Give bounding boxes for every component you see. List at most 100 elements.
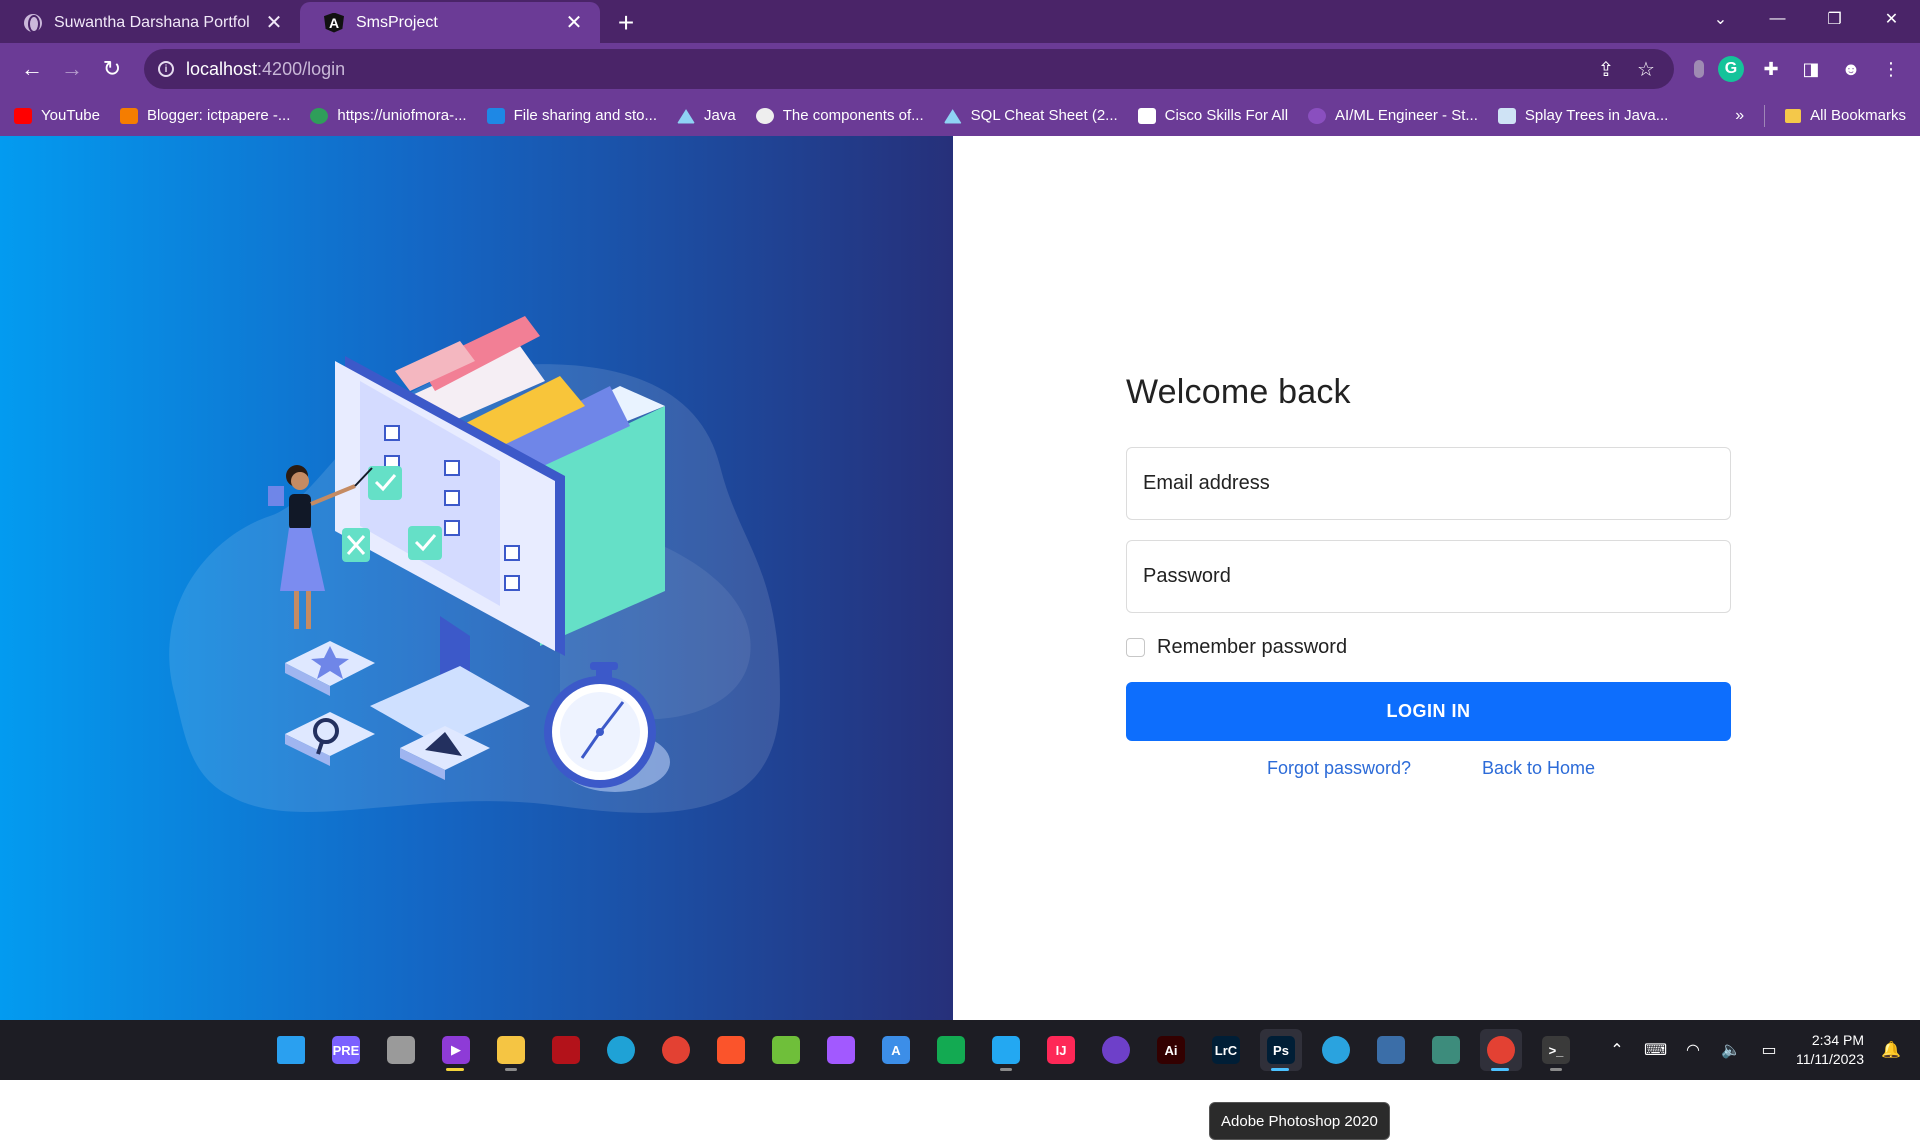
taskbar-app-brave[interactable] xyxy=(710,1029,752,1071)
taskbar-app-task-view[interactable] xyxy=(380,1029,422,1071)
tab-search-icon[interactable]: ⌄ xyxy=(1692,0,1749,38)
tab-smsproject[interactable]: A SmsProject ✕ xyxy=(300,2,600,43)
github-icon xyxy=(1102,1036,1130,1064)
cisco-icon xyxy=(1137,107,1156,124)
share-icon[interactable]: ⇪ xyxy=(1592,57,1620,82)
mysql-workbench-icon xyxy=(1377,1036,1405,1064)
taskbar-app-telegram[interactable] xyxy=(1315,1029,1357,1071)
email-field[interactable] xyxy=(1126,447,1731,520)
taskbar-app-intellij[interactable]: IJ xyxy=(1040,1029,1082,1071)
close-tab-icon[interactable]: ✕ xyxy=(262,13,286,33)
reload-button[interactable]: ↻ xyxy=(92,49,132,89)
clock[interactable]: 2:34 PM 11/11/2023 xyxy=(1796,1031,1864,1069)
bookmark-cisco[interactable]: Cisco Skills For All xyxy=(1137,107,1288,124)
taskbar-app-visual-studio[interactable]: ▶ xyxy=(435,1029,477,1071)
back-button[interactable]: ← xyxy=(12,49,52,89)
taskbar-app-mysql-workbench[interactable] xyxy=(1370,1029,1412,1071)
taskbar-app-vscode[interactable] xyxy=(985,1029,1027,1071)
start-icon xyxy=(277,1036,305,1064)
close-tab-icon[interactable]: ✕ xyxy=(562,13,586,33)
taskbar-app-chrome[interactable] xyxy=(655,1029,697,1071)
taskbar-app-illustrator[interactable]: Ai xyxy=(1150,1029,1192,1071)
wifi-icon[interactable]: ◠ xyxy=(1682,1040,1704,1060)
taskbar-app-media[interactable] xyxy=(545,1029,587,1071)
tab-portfolio[interactable]: Suwantha Darshana Portfolio ✕ xyxy=(0,2,300,43)
remember-checkbox[interactable] xyxy=(1126,638,1145,657)
grammarly-icon[interactable]: G xyxy=(1718,56,1744,82)
folder-icon xyxy=(1785,108,1802,123)
edge-icon xyxy=(607,1036,635,1064)
running-indicator xyxy=(1491,1068,1509,1071)
puzzle-extensions-icon[interactable]: ✚ xyxy=(1758,56,1784,82)
bookmark-youtube[interactable]: YouTube xyxy=(14,107,100,124)
password-input[interactable] xyxy=(1143,565,1714,588)
taskbar-app-terminal[interactable]: >_ xyxy=(1535,1029,1577,1071)
check-badge-icon xyxy=(368,466,402,500)
bookmark-uniofmora[interactable]: https://uniofmora-... xyxy=(310,107,467,124)
chevron-up-icon[interactable]: ⌃ xyxy=(1606,1040,1628,1060)
media-icon xyxy=(552,1036,580,1064)
more-bookmarks-button[interactable]: » xyxy=(1735,107,1744,125)
volume-icon[interactable]: 🔈 xyxy=(1720,1040,1742,1060)
url-text[interactable]: localhost:4200/login xyxy=(186,59,1580,80)
clock-date: 11/11/2023 xyxy=(1796,1051,1864,1067)
clock-time: 2:34 PM xyxy=(1811,1032,1864,1048)
page-content: Welcome back Remember password LOGIN IN … xyxy=(0,136,1920,1140)
taskbar-app-lightroom-classic[interactable]: LrC xyxy=(1205,1029,1247,1071)
new-tab-button[interactable]: + xyxy=(606,2,646,43)
address-bar[interactable]: i localhost:4200/login ⇪ ☆ xyxy=(144,49,1674,89)
running-indicator xyxy=(505,1068,517,1071)
chrome-icon xyxy=(662,1036,690,1064)
profile-avatar-icon[interactable]: ☻ xyxy=(1838,56,1864,82)
taskbar-app-chatgpt[interactable] xyxy=(1425,1029,1467,1071)
email-input[interactable] xyxy=(1143,472,1714,495)
site-info-icon[interactable]: i xyxy=(158,61,174,77)
taskbar-tooltip: Adobe Photoshop 2020 xyxy=(1209,1102,1390,1140)
bookmark-sql-cheat-sheet[interactable]: SQL Cheat Sheet (2... xyxy=(943,107,1118,124)
taskbar-app-chrome-active[interactable] xyxy=(1480,1029,1522,1071)
taskbar-app-photoshop[interactable]: Ps xyxy=(1260,1029,1302,1071)
taskbar-app-dev-app[interactable] xyxy=(765,1029,807,1071)
photoshop-icon: Ps xyxy=(1267,1036,1295,1064)
login-button[interactable]: LOGIN IN xyxy=(1126,682,1731,741)
taskbar-app-file-explorer[interactable] xyxy=(490,1029,532,1071)
running-indicator xyxy=(1271,1068,1289,1071)
bookmark-components[interactable]: The components of... xyxy=(755,107,924,124)
taskbar-app-android-studio[interactable]: A xyxy=(875,1029,917,1071)
bookmark-java[interactable]: Java xyxy=(677,107,736,124)
forgot-password-link[interactable]: Forgot password? xyxy=(1267,758,1411,779)
taskbar-app-mongodb[interactable] xyxy=(930,1029,972,1071)
taskbar-app-figma[interactable] xyxy=(820,1029,862,1071)
side-panel-icon[interactable]: ◨ xyxy=(1798,56,1824,82)
bookmark-file-sharing[interactable]: File sharing and sto... xyxy=(486,107,657,124)
bookmark-splay-trees[interactable]: Splay Trees in Java... xyxy=(1497,107,1668,124)
hero-panel xyxy=(0,136,953,1020)
taskbar-app-edge[interactable] xyxy=(600,1029,642,1071)
close-window-button[interactable]: ✕ xyxy=(1863,0,1920,38)
taskbar-app-start[interactable] xyxy=(270,1029,312,1071)
keyboard-icon[interactable]: ⌨ xyxy=(1644,1040,1667,1060)
notification-bell-icon[interactable]: 🔔 xyxy=(1880,1040,1902,1060)
taskbar-app-copilot[interactable]: PRE xyxy=(325,1029,367,1071)
remember-label[interactable]: Remember password xyxy=(1157,636,1347,659)
taskbar-app-github[interactable] xyxy=(1095,1029,1137,1071)
taskbar-apps: PRE ▶ A IJ Ai LrC Ps >_ xyxy=(270,1020,1577,1080)
forward-button[interactable]: → xyxy=(52,49,92,89)
minimize-button[interactable]: — xyxy=(1749,0,1806,38)
restore-button[interactable]: ❐ xyxy=(1806,0,1863,38)
splay-trees-icon xyxy=(1497,107,1516,124)
bookmark-star-icon[interactable]: ☆ xyxy=(1632,57,1660,82)
battery-icon[interactable]: ▭ xyxy=(1758,1040,1780,1060)
extensions-area: G ✚ ◨ ☻ ⋮ xyxy=(1694,56,1904,82)
bookmark-aiml[interactable]: AI/ML Engineer - St... xyxy=(1308,107,1478,124)
mic-extension-icon[interactable] xyxy=(1694,60,1704,78)
all-bookmarks-button[interactable]: All Bookmarks xyxy=(1785,107,1906,124)
back-to-home-link[interactable]: Back to Home xyxy=(1482,758,1595,779)
visual-studio-icon: ▶ xyxy=(442,1036,470,1064)
bookmarks-divider xyxy=(1764,104,1766,127)
password-field[interactable] xyxy=(1126,540,1731,613)
bookmark-blogger[interactable]: Blogger: ictpapere -... xyxy=(119,107,290,124)
dev-app-icon xyxy=(772,1036,800,1064)
menu-kebab-icon[interactable]: ⋮ xyxy=(1878,56,1904,82)
running-indicator xyxy=(1550,1068,1562,1071)
